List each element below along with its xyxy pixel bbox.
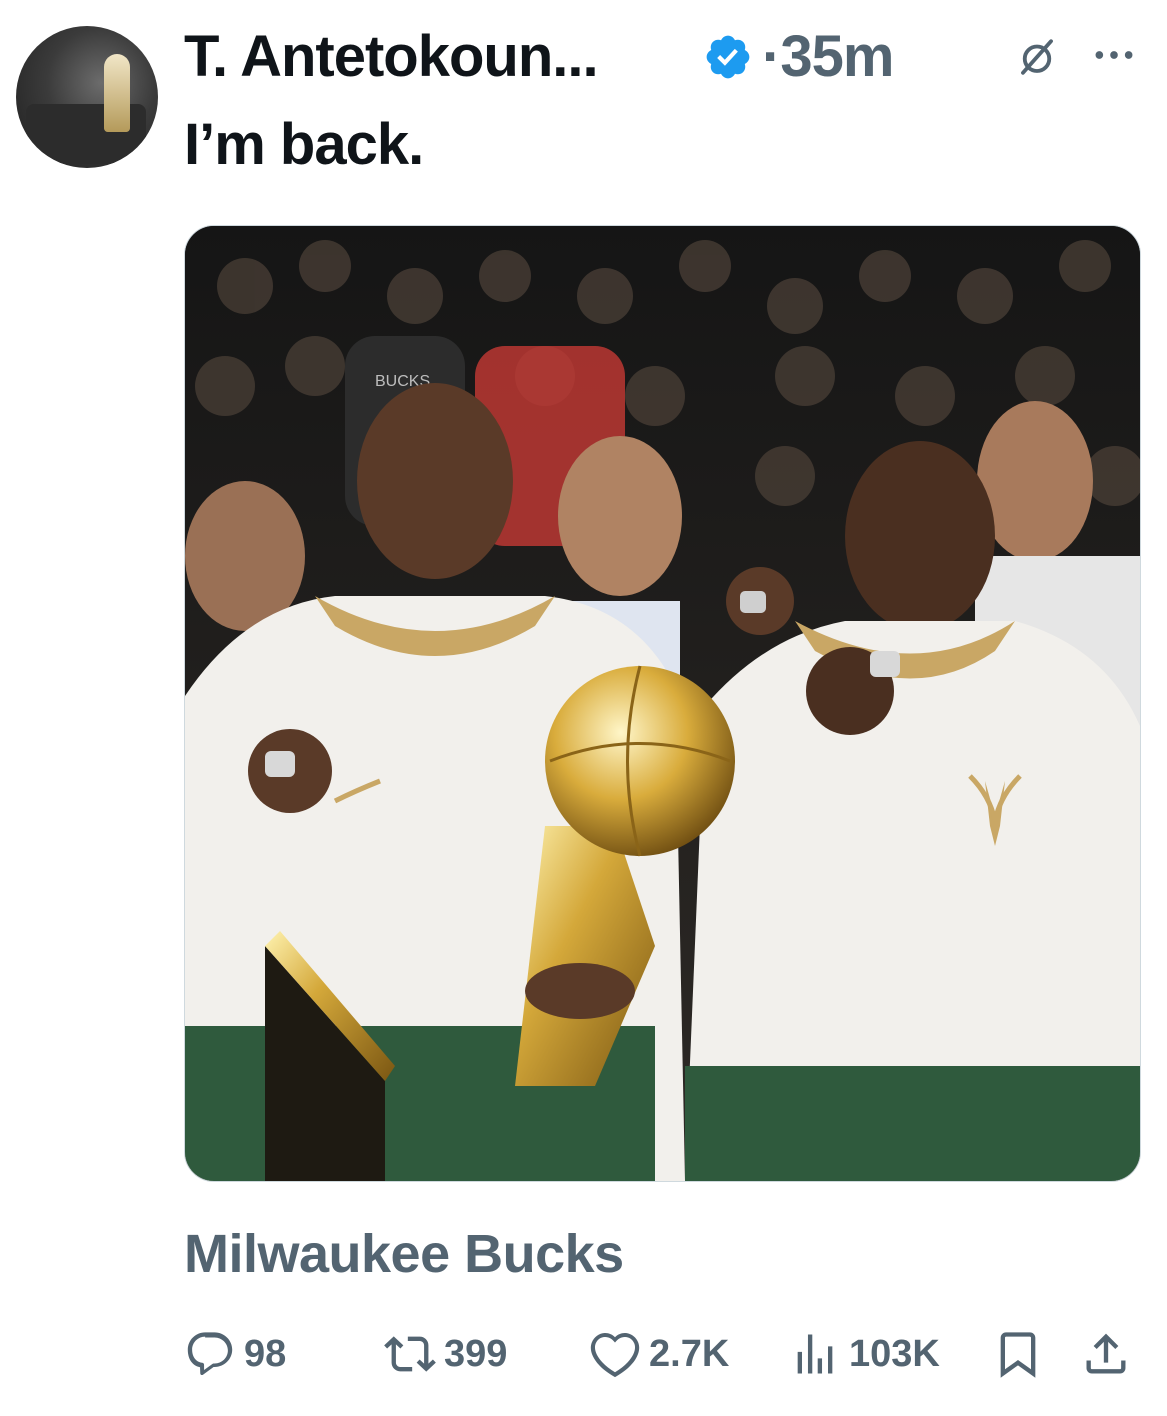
right-player-face bbox=[845, 441, 995, 631]
grok-icon[interactable] bbox=[1016, 36, 1058, 78]
repost-count: 399 bbox=[444, 1332, 508, 1375]
reply-button[interactable]: 98 bbox=[184, 1326, 286, 1382]
share-button[interactable] bbox=[1080, 1326, 1132, 1382]
tweet-header: T. Antetokoun... ·35m bbox=[184, 22, 1147, 92]
bookmark-icon bbox=[1000, 1332, 1036, 1378]
like-icon bbox=[590, 1332, 640, 1378]
reply-count: 98 bbox=[244, 1332, 287, 1375]
more-icon[interactable] bbox=[1092, 40, 1136, 70]
like-count: 2.7K bbox=[649, 1332, 730, 1375]
action-bar: 98 399 2.7K 103K bbox=[184, 1326, 1139, 1382]
avatar-trophy bbox=[104, 54, 130, 132]
left-player-ring bbox=[265, 751, 295, 777]
views-button[interactable]: 103K bbox=[789, 1326, 940, 1382]
author-name[interactable]: T. Antetokoun... bbox=[184, 22, 599, 92]
person-center-face bbox=[558, 436, 682, 596]
card-title[interactable]: Milwaukee Bucks bbox=[184, 1222, 624, 1286]
background-ring bbox=[740, 591, 766, 613]
timestamp[interactable]: ·35m bbox=[762, 22, 894, 92]
views-count: 103K bbox=[849, 1332, 940, 1375]
reply-icon bbox=[187, 1332, 233, 1376]
separator: · bbox=[762, 24, 781, 89]
repost-icon bbox=[384, 1336, 436, 1372]
bookmark-button[interactable] bbox=[992, 1326, 1044, 1382]
tweet[interactable]: T. Antetokoun... ·35m I’m back. BUCKS Mi… bbox=[0, 0, 1167, 1416]
verified-badge-icon[interactable] bbox=[703, 32, 753, 82]
like-button[interactable]: 2.7K bbox=[589, 1326, 729, 1382]
repost-button[interactable]: 399 bbox=[384, 1326, 507, 1382]
views-icon bbox=[797, 1334, 833, 1374]
hand-on-trophy bbox=[525, 963, 635, 1019]
avatar[interactable] bbox=[16, 26, 158, 168]
timestamp-value: 35m bbox=[780, 24, 894, 89]
left-player-face bbox=[357, 383, 513, 579]
share-icon bbox=[1086, 1333, 1126, 1374]
tweet-text: I’m back. bbox=[184, 112, 424, 177]
right-player-pants bbox=[685, 1066, 1140, 1181]
right-player-ring bbox=[870, 651, 900, 677]
tweet-photo[interactable]: BUCKS bbox=[184, 225, 1141, 1182]
championship-photo: BUCKS bbox=[185, 226, 1140, 1181]
